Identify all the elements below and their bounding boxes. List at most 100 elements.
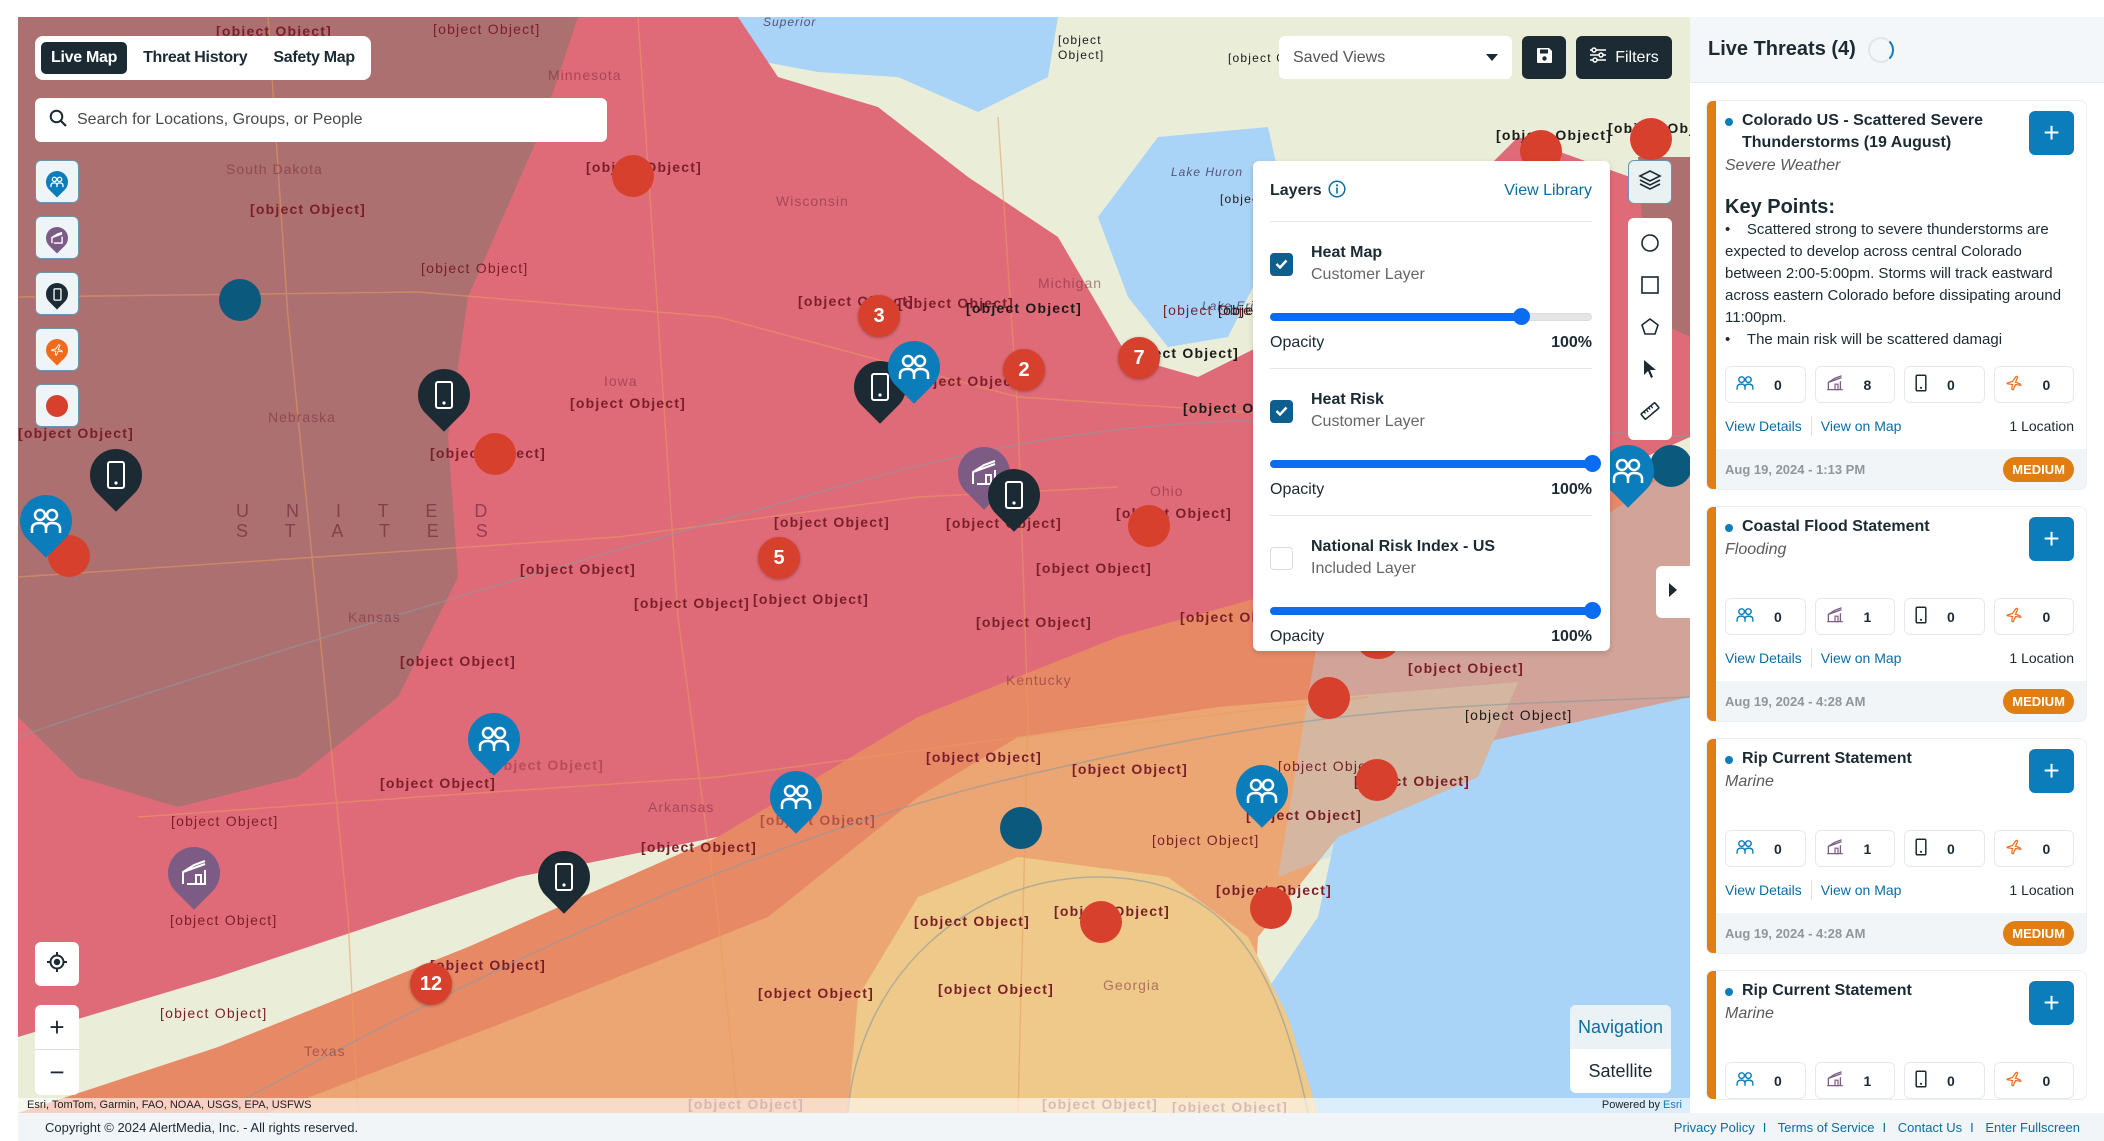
layer-checkbox[interactable] — [1270, 547, 1293, 570]
people-count[interactable]: 0 — [1725, 1062, 1806, 1099]
zoom-out-button[interactable]: − — [35, 1050, 79, 1095]
devices-count[interactable]: 0 — [1904, 598, 1985, 635]
cursor-tool-icon[interactable] — [1642, 359, 1658, 384]
people-pin[interactable] — [18, 484, 83, 559]
buildings-count[interactable]: 8 — [1814, 366, 1895, 403]
people-pin[interactable] — [877, 330, 951, 405]
threat-card[interactable]: Rip Current Statement Marine + 0 1 0 0 — [1707, 971, 2086, 1099]
threat-marker[interactable] — [1080, 901, 1122, 943]
device-pin[interactable] — [527, 840, 601, 915]
buildings-count[interactable]: 1 — [1814, 598, 1895, 635]
threat-cluster[interactable]: 12 — [410, 963, 452, 1005]
esri-link[interactable]: Esri — [1663, 1099, 1682, 1111]
travel-count[interactable]: 0 — [1993, 598, 2074, 635]
basemap-satellite[interactable]: Satellite — [1570, 1049, 1671, 1093]
view-details-link[interactable]: View Details — [1725, 882, 1802, 898]
view-details-link[interactable]: View Details — [1725, 418, 1802, 434]
view-on-map-link[interactable]: View on Map — [1821, 882, 1902, 898]
threat-cluster[interactable]: 2 — [1003, 349, 1045, 391]
saved-views-select[interactable]: Saved Views — [1279, 36, 1512, 79]
location-marker[interactable] — [1000, 807, 1042, 849]
location-marker[interactable] — [219, 279, 261, 321]
buildings-count[interactable]: 1 — [1814, 830, 1895, 867]
threat-marker[interactable] — [1308, 677, 1350, 719]
threat-card[interactable]: Coastal Flood Statement Flooding + 0 1 0… — [1707, 507, 2086, 721]
people-pin[interactable] — [457, 702, 531, 777]
threat-marker[interactable] — [1356, 759, 1398, 801]
contact-us-link[interactable]: Contact Us — [1898, 1120, 1962, 1135]
collapse-panel-button[interactable] — [1656, 566, 1690, 618]
rectangle-tool-icon[interactable] — [1640, 275, 1660, 300]
threat-title[interactable]: Rip Current Statement — [1725, 980, 2015, 1002]
opacity-slider[interactable] — [1270, 602, 1601, 619]
zoom-in-button[interactable]: + — [35, 1005, 79, 1050]
location-marker[interactable] — [1650, 445, 1690, 487]
tab-live-map[interactable]: Live Map — [41, 42, 128, 74]
polygon-tool-icon[interactable] — [1640, 317, 1660, 342]
threat-marker[interactable] — [612, 155, 654, 197]
threat-marker[interactable] — [1128, 505, 1170, 547]
threat-marker[interactable] — [474, 433, 516, 475]
threat-cluster[interactable]: 5 — [758, 537, 800, 579]
save-view-button[interactable] — [1522, 36, 1566, 79]
tab-safety-map[interactable]: Safety Map — [263, 42, 364, 74]
terms-of-service-link[interactable]: Terms of Service — [1778, 1120, 1875, 1135]
people-count[interactable]: 0 — [1725, 366, 1806, 403]
threat-title[interactable]: Coastal Flood Statement — [1725, 516, 2015, 538]
devices-count[interactable]: 0 — [1904, 1062, 1985, 1099]
device-pin[interactable] — [977, 458, 1051, 533]
filter-travel-button[interactable] — [35, 328, 79, 371]
threat-marker[interactable] — [1250, 887, 1292, 929]
tab-threat-history[interactable]: Threat History — [133, 42, 257, 74]
layer-checkbox[interactable] — [1270, 400, 1293, 423]
building-pin[interactable] — [157, 836, 231, 911]
add-button[interactable]: + — [2029, 111, 2074, 155]
threat-card[interactable]: Rip Current Statement Marine + 0 1 0 0 V… — [1707, 739, 2086, 953]
threat-card[interactable]: Colorado US - Scattered Severe Thunderst… — [1707, 101, 2086, 489]
slider-thumb[interactable] — [1513, 308, 1531, 325]
view-details-link[interactable]: View Details — [1725, 650, 1802, 666]
search-input[interactable] — [77, 111, 577, 129]
opacity-slider[interactable] — [1270, 455, 1601, 472]
opacity-slider[interactable] — [1270, 308, 1592, 325]
people-count[interactable]: 0 — [1725, 830, 1806, 867]
privacy-policy-link[interactable]: Privacy Policy — [1674, 1120, 1755, 1135]
view-on-map-link[interactable]: View on Map — [1821, 650, 1902, 666]
filters-button[interactable]: Filters — [1576, 36, 1672, 79]
circle-tool-icon[interactable] — [1640, 233, 1660, 258]
layers-toggle-button[interactable] — [1628, 160, 1672, 204]
slider-thumb[interactable] — [1584, 602, 1601, 619]
threat-title[interactable]: Colorado US - Scattered Severe Thunderst… — [1725, 110, 2015, 154]
filter-devices-button[interactable] — [35, 272, 79, 315]
device-pin[interactable] — [79, 438, 153, 513]
ruler-tool-icon[interactable] — [1640, 401, 1660, 426]
view-on-map-link[interactable]: View on Map — [1821, 418, 1902, 434]
slider-thumb[interactable] — [1584, 455, 1601, 472]
view-library-link[interactable]: View Library — [1504, 182, 1592, 200]
people-pin[interactable] — [1225, 754, 1299, 829]
add-button[interactable]: + — [2029, 981, 2074, 1025]
basemap-navigation[interactable]: Navigation — [1570, 1005, 1671, 1049]
threat-marker[interactable] — [1630, 118, 1672, 160]
device-pin[interactable] — [407, 358, 481, 433]
travel-count[interactable]: 0 — [1993, 366, 2074, 403]
filter-people-button[interactable] — [35, 160, 79, 203]
threat-cluster[interactable]: 7 — [1118, 337, 1160, 379]
threat-cluster[interactable]: 3 — [858, 295, 900, 337]
people-count[interactable]: 0 — [1725, 598, 1806, 635]
travel-count[interactable]: 0 — [1993, 830, 2074, 867]
filter-threats-button[interactable] — [35, 384, 79, 427]
info-icon[interactable] — [1328, 179, 1346, 203]
enter-fullscreen-link[interactable]: Enter Fullscreen — [1985, 1120, 2080, 1135]
add-button[interactable]: + — [2029, 749, 2074, 793]
threat-title[interactable]: Rip Current Statement — [1725, 748, 2015, 770]
devices-count[interactable]: 0 — [1904, 830, 1985, 867]
filter-buildings-button[interactable] — [35, 216, 79, 259]
devices-count[interactable]: 0 — [1904, 366, 1985, 403]
layer-checkbox[interactable] — [1270, 253, 1293, 276]
buildings-count[interactable]: 1 — [1814, 1062, 1895, 1099]
travel-count[interactable]: 0 — [1993, 1062, 2074, 1099]
locate-button[interactable] — [35, 942, 79, 986]
add-button[interactable]: + — [2029, 517, 2074, 561]
people-pin[interactable] — [759, 760, 833, 835]
